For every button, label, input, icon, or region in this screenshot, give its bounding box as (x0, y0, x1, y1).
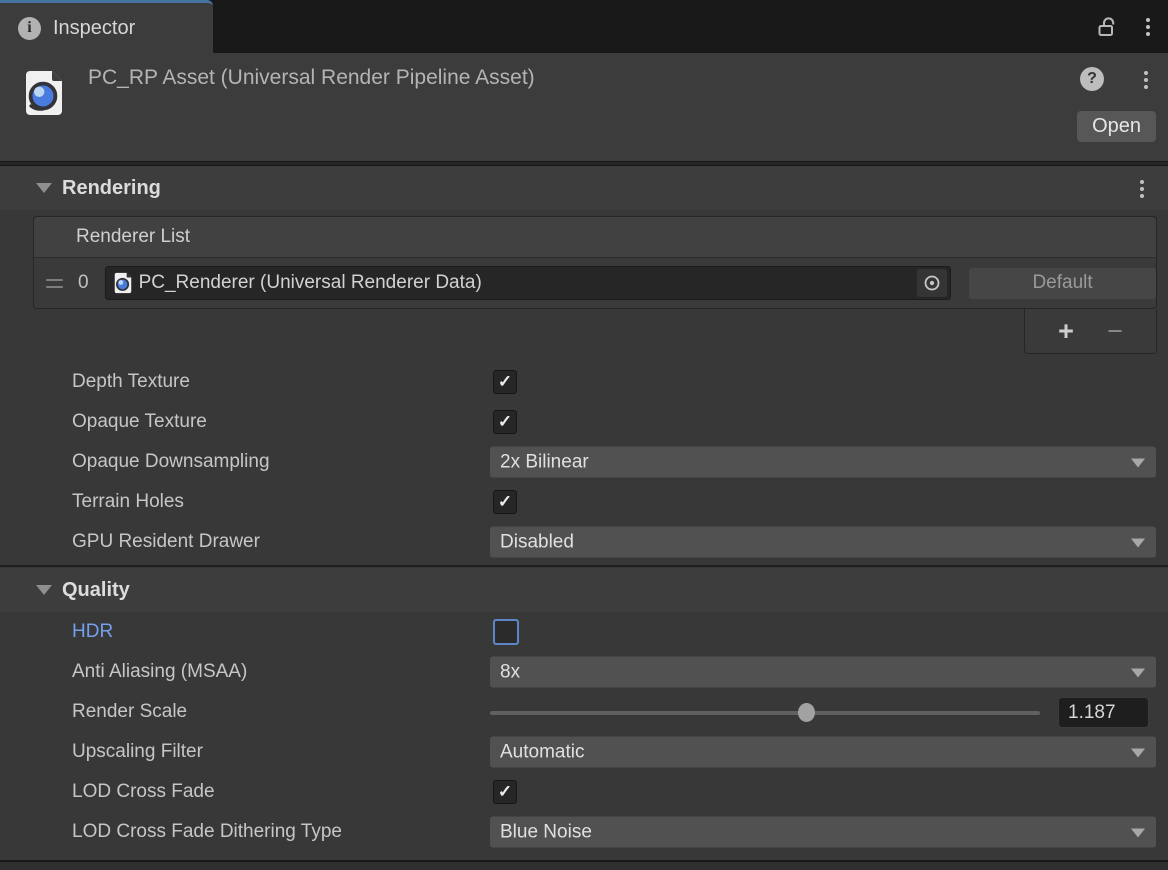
renderer-object-name: PC_Renderer (Universal Renderer Data) (139, 272, 482, 294)
terrain-holes-checkbox[interactable]: ✓ (493, 490, 517, 514)
chevron-down-icon (1131, 459, 1145, 468)
renderer-object-field[interactable]: PC_Renderer (Universal Renderer Data) (105, 266, 952, 300)
render-scale-value: 1.187 (1068, 702, 1116, 724)
render-scale-field[interactable]: 1.187 (1058, 697, 1149, 728)
terrain-holes-label: Terrain Holes (72, 491, 184, 513)
depth-texture-checkbox[interactable]: ✓ (493, 370, 517, 394)
gpu-resident-drawer-dropdown[interactable]: Disabled (490, 527, 1156, 558)
bottom-strip (0, 860, 1168, 870)
renderer-list-header: Renderer List (34, 217, 1156, 258)
drag-handle-icon[interactable] (46, 279, 63, 288)
info-icon: i (18, 17, 41, 40)
remove-renderer-button[interactable]: − (1107, 318, 1123, 345)
anti-aliasing-dropdown[interactable]: 8x (490, 657, 1156, 688)
row-lod-cross-fade: LOD Cross Fade ✓ (0, 772, 1168, 812)
urp-asset-icon (20, 69, 68, 117)
row-upscaling-filter: Upscaling Filter Automatic (0, 732, 1168, 772)
section-rendering-menu-icon[interactable] (1136, 176, 1148, 202)
default-button[interactable]: Default (969, 268, 1156, 299)
check-icon: ✓ (498, 782, 512, 802)
inspector-window: i Inspector PC_RP Asset (Universal Rende… (0, 0, 1168, 870)
row-hdr: HDR (0, 612, 1168, 652)
renderer-list-title: Renderer List (76, 226, 190, 248)
help-icon[interactable]: ? (1080, 67, 1104, 91)
add-renderer-button[interactable]: + (1058, 318, 1074, 345)
asset-header: PC_RP Asset (Universal Render Pipeline A… (0, 53, 1168, 161)
foldout-arrow-icon[interactable] (36, 183, 52, 193)
opaque-downsampling-dropdown[interactable]: 2x Bilinear (490, 447, 1156, 478)
lod-cross-fade-label: LOD Cross Fade (72, 781, 215, 803)
gpu-resident-drawer-label: GPU Resident Drawer (72, 531, 260, 553)
row-depth-texture: Depth Texture ✓ (0, 362, 1168, 402)
gpu-resident-drawer-value: Disabled (500, 531, 574, 553)
renderer-list-footer: + − (1024, 309, 1157, 354)
renderer-list-box: Renderer List 0 PC_Renderer (Universal R… (33, 216, 1157, 309)
object-picker-icon[interactable] (917, 269, 947, 297)
hdr-label: HDR (72, 621, 113, 643)
opaque-downsampling-value: 2x Bilinear (500, 451, 589, 473)
opaque-texture-label: Opaque Texture (72, 411, 207, 433)
renderer-index: 0 (78, 272, 89, 294)
render-scale-label: Render Scale (72, 701, 187, 723)
opaque-texture-checkbox[interactable]: ✓ (493, 410, 517, 434)
render-scale-slider-thumb[interactable] (798, 703, 815, 722)
row-terrain-holes: Terrain Holes ✓ (0, 482, 1168, 522)
row-lod-dithering-type: LOD Cross Fade Dithering Type Blue Noise (0, 812, 1168, 852)
open-button[interactable]: Open (1077, 111, 1156, 142)
row-opaque-texture: Opaque Texture ✓ (0, 402, 1168, 442)
row-render-scale: Render Scale 1.187 (0, 692, 1168, 732)
check-icon: ✓ (498, 412, 512, 432)
lod-dithering-type-dropdown[interactable]: Blue Noise (490, 817, 1156, 848)
chevron-down-icon (1131, 749, 1145, 758)
renderer-data-icon (112, 272, 134, 294)
chevron-down-icon (1131, 829, 1145, 838)
check-icon: ✓ (498, 372, 512, 392)
section-quality[interactable]: Quality (0, 568, 1168, 612)
render-scale-slider[interactable] (490, 711, 1040, 715)
anti-aliasing-label: Anti Aliasing (MSAA) (72, 661, 247, 683)
unlock-icon[interactable] (1096, 15, 1120, 39)
section-rendering-title: Rendering (62, 177, 161, 200)
depth-texture-label: Depth Texture (72, 371, 190, 393)
row-gpu-resident-drawer: GPU Resident Drawer Disabled (0, 522, 1168, 562)
tab-inspector-label: Inspector (53, 17, 135, 40)
section-quality-title: Quality (62, 579, 130, 602)
lod-dithering-type-value: Blue Noise (500, 821, 592, 843)
lod-cross-fade-checkbox[interactable]: ✓ (493, 780, 517, 804)
chevron-down-icon (1131, 539, 1145, 548)
anti-aliasing-value: 8x (500, 661, 520, 683)
upscaling-filter-label: Upscaling Filter (72, 741, 203, 763)
tab-inspector[interactable]: i Inspector (0, 0, 213, 53)
asset-menu-icon[interactable] (1140, 67, 1152, 93)
hdr-checkbox[interactable] (493, 619, 519, 645)
renderer-list-row: 0 PC_Renderer (Universal Renderer Data) … (34, 258, 1156, 308)
opaque-downsampling-label: Opaque Downsampling (72, 451, 270, 473)
section-rendering[interactable]: Rendering (0, 166, 1168, 210)
section-divider (0, 565, 1168, 567)
foldout-arrow-icon[interactable] (36, 585, 52, 595)
lod-dithering-type-label: LOD Cross Fade Dithering Type (72, 821, 342, 843)
window-menu-icon[interactable] (1142, 14, 1154, 40)
asset-title: PC_RP Asset (Universal Render Pipeline A… (88, 66, 535, 90)
row-opaque-downsampling: Opaque Downsampling 2x Bilinear (0, 442, 1168, 482)
chevron-down-icon (1131, 669, 1145, 678)
upscaling-filter-dropdown[interactable]: Automatic (490, 737, 1156, 768)
row-anti-aliasing: Anti Aliasing (MSAA) 8x (0, 652, 1168, 692)
upscaling-filter-value: Automatic (500, 741, 584, 763)
check-icon: ✓ (498, 492, 512, 512)
tab-bar: i Inspector (0, 0, 1168, 53)
